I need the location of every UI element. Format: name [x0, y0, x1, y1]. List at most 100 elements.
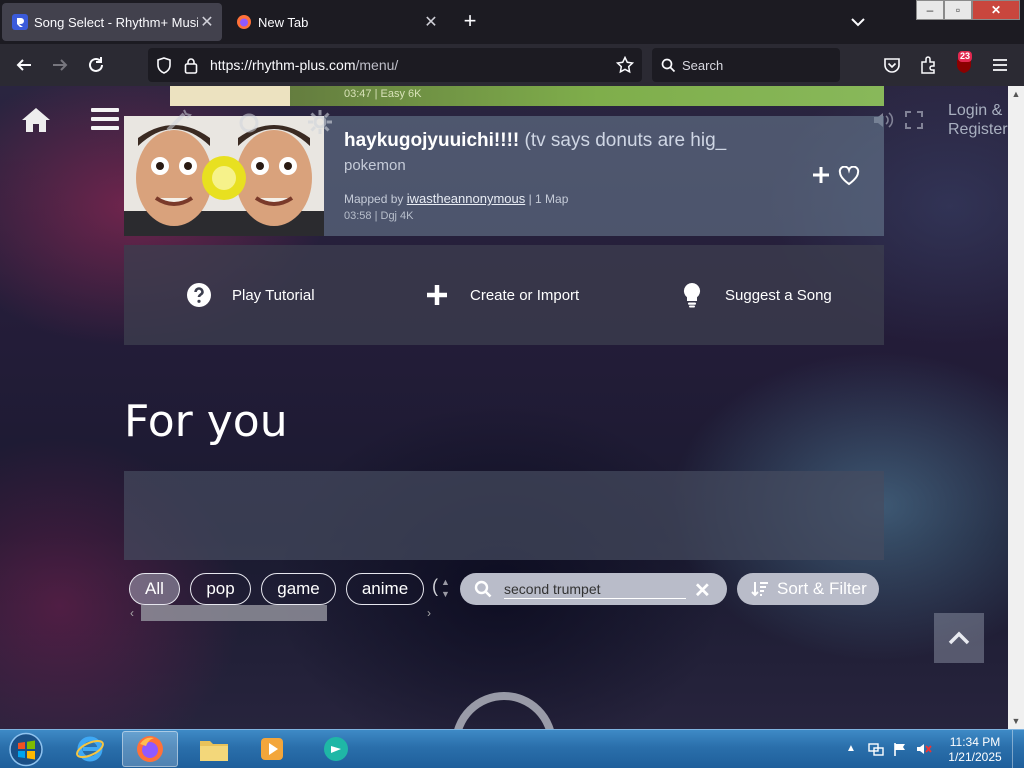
chip-scroll-right-icon[interactable]: › — [427, 606, 431, 620]
url-host: https://rhythm-plus.com — [210, 57, 356, 73]
song-card[interactable]: haykugojyuuichi!!!! (tv says donuts are … — [124, 116, 884, 236]
scroll-to-top-button[interactable] — [934, 613, 984, 663]
editor-wand-icon[interactable] — [164, 108, 192, 134]
favorite-heart-icon[interactable] — [838, 166, 860, 186]
clear-search-icon[interactable]: ✕ — [694, 578, 711, 603]
taskbar-clock[interactable]: 11:34 PM 1/21/2025 — [940, 735, 1010, 765]
window-minimize-button[interactable]: – — [916, 0, 944, 20]
scroll-up-arrow-icon[interactable]: ▲ — [1008, 86, 1024, 102]
hamburger-menu-icon[interactable] — [988, 53, 1012, 77]
shield-icon[interactable] — [156, 57, 172, 74]
bookmark-star-icon[interactable] — [616, 56, 634, 74]
song-title-bold: haykugojyuuichi!!!! — [344, 130, 520, 151]
section-title-for-you: For you — [124, 396, 288, 447]
chip-anime[interactable]: anime — [346, 573, 424, 605]
taskbar-file-explorer[interactable] — [186, 731, 242, 767]
previous-song-card[interactable]: 03:47 | Easy 6K — [170, 86, 884, 106]
browser-nav-bar: https://rhythm-plus.com/menu/ Search — [0, 44, 1024, 86]
clock-date: 1/21/2025 — [948, 750, 1002, 764]
pocket-icon[interactable] — [880, 53, 904, 77]
network-icon[interactable] — [868, 742, 884, 756]
tab-song-select[interactable]: Song Select - Rhythm+ Music Game ✕ — [2, 3, 222, 41]
plus-icon — [424, 282, 450, 308]
loading-spinner — [452, 692, 556, 729]
window-close-button[interactable]: ✕ — [972, 0, 1020, 20]
volume-muted-icon[interactable] — [916, 742, 932, 756]
chip-game[interactable]: game — [261, 573, 336, 605]
clock-time: 11:34 PM — [949, 735, 1001, 749]
login-register-link[interactable]: Login & Register — [948, 101, 1008, 139]
folder-icon — [200, 741, 228, 761]
create-or-import-label: Create or Import — [470, 286, 580, 304]
play-tutorial-label: Play Tutorial — [232, 286, 315, 304]
add-to-playlist-icon[interactable] — [812, 166, 830, 184]
studio-icon[interactable] — [238, 112, 260, 134]
tab-close-icon[interactable]: ✕ — [422, 12, 440, 32]
media-player-icon — [261, 738, 283, 760]
song-artist: pokemon — [344, 157, 406, 174]
home-icon[interactable] — [20, 106, 52, 134]
previous-song-thumbnail — [170, 86, 290, 106]
page-viewport: 03:47 | Easy 6K Login & Register haykugo… — [0, 86, 1008, 729]
chip-pop[interactable]: pop — [190, 573, 251, 605]
extension-badge-count: 23 — [958, 51, 973, 62]
forward-icon[interactable] — [48, 53, 72, 77]
show-hidden-icons-icon[interactable]: ▲ — [846, 743, 862, 757]
firefox-icon — [137, 736, 163, 762]
chat-app-icon — [324, 737, 348, 761]
tab-close-icon[interactable]: ✕ — [198, 12, 216, 32]
taskbar-media-player[interactable] — [244, 731, 300, 767]
reload-icon[interactable] — [84, 53, 108, 77]
fullscreen-icon[interactable] — [904, 110, 924, 130]
login-label: Login & — [948, 102, 1003, 119]
show-desktop-button[interactable] — [1012, 730, 1024, 768]
menu-icon[interactable] — [91, 108, 119, 132]
lock-icon[interactable] — [184, 57, 198, 74]
settings-gear-icon[interactable] — [306, 108, 334, 136]
chip-all[interactable]: All — [129, 573, 180, 605]
browser-tab-bar: Song Select - Rhythm+ Music Game ✕ New T… — [0, 0, 1024, 44]
mapped-prefix: Mapped by — [344, 192, 407, 206]
song-title-rest: (tv says donuts are hig_ — [519, 130, 727, 151]
url-text: https://rhythm-plus.com/menu/ — [210, 57, 398, 73]
taskbar-app[interactable] — [308, 731, 364, 767]
search-bar[interactable]: Search — [652, 48, 840, 82]
question-circle-icon — [186, 282, 212, 308]
quick-actions-panel: Play Tutorial Create or Import Suggest a… — [124, 245, 884, 345]
song-stats: 03:58 | Dgj 4K — [344, 210, 414, 222]
internet-explorer-icon — [76, 736, 104, 762]
firefox-favicon — [237, 15, 251, 29]
register-label: Register — [948, 121, 1008, 138]
suggest-a-song-button[interactable]: Suggest a Song — [679, 282, 832, 308]
sort-icon — [751, 582, 768, 597]
search-placeholder: Search — [682, 58, 724, 73]
extensions-icon[interactable] — [916, 53, 940, 77]
song-search-input[interactable] — [504, 580, 686, 599]
create-or-import-button[interactable]: Create or Import — [424, 282, 579, 308]
back-icon[interactable] — [12, 53, 36, 77]
chip-scrollbar-thumb[interactable] — [141, 605, 327, 621]
windows-taskbar: ▲ 11:34 PM 1/21/2025 — [0, 729, 1024, 768]
chip-scroll-updown-icon[interactable]: ▲ ▼ — [441, 576, 450, 600]
page-scrollbar[interactable]: ▲ ▼ — [1008, 86, 1024, 729]
song-search-box: ✕ — [460, 573, 727, 605]
song-thumbnail — [124, 116, 324, 236]
play-tutorial-button[interactable]: Play Tutorial — [186, 282, 315, 308]
for-you-recommendations — [124, 471, 884, 560]
tab-new-tab[interactable]: New Tab ✕ — [228, 3, 446, 41]
list-all-tabs-icon[interactable] — [846, 12, 870, 32]
chevron-up-icon — [948, 631, 970, 645]
scroll-down-arrow-icon[interactable]: ▼ — [1008, 713, 1024, 729]
suggest-a-song-label: Suggest a Song — [725, 286, 832, 304]
url-bar[interactable]: https://rhythm-plus.com/menu/ — [148, 48, 642, 82]
action-center-flag-icon[interactable] — [892, 742, 908, 756]
chip-partial[interactable]: ( — [432, 576, 438, 597]
sort-filter-button[interactable]: Sort & Filter — [737, 573, 879, 605]
start-orb-icon[interactable] — [4, 731, 48, 768]
window-maximize-button[interactable]: ▫ — [944, 0, 972, 20]
mapper-link[interactable]: iwastheannonymous — [407, 191, 526, 206]
new-tab-button[interactable]: + — [458, 10, 482, 34]
chip-scroll-left-icon[interactable]: ‹ — [130, 606, 134, 620]
taskbar-firefox[interactable] — [122, 731, 178, 767]
taskbar-internet-explorer[interactable] — [62, 731, 118, 767]
